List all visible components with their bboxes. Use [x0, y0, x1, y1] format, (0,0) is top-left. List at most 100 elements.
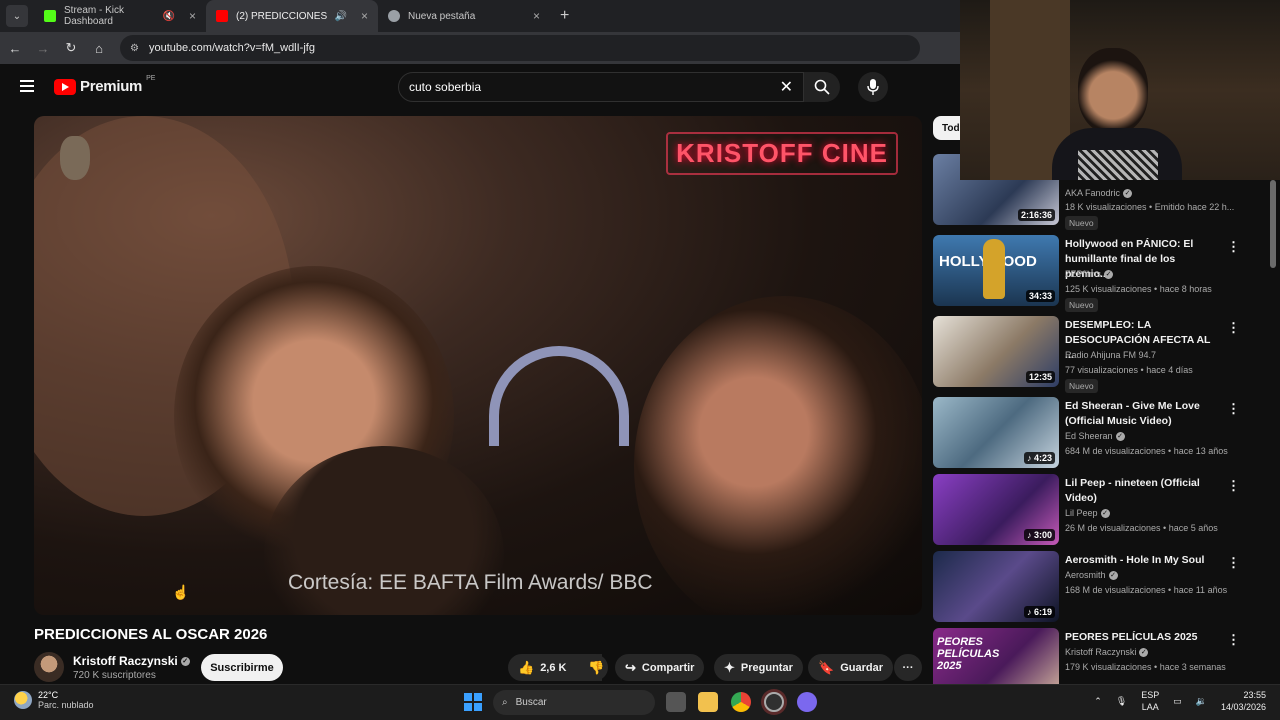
verified-icon: ✓: [1104, 270, 1113, 280]
forward-arrow-icon[interactable]: →: [36, 41, 50, 56]
channel-name-text: Kristoff Raczynski: [73, 654, 178, 668]
search-input[interactable]: cuto soberbia ✕: [398, 72, 804, 102]
discord-chat-icon[interactable]: [797, 692, 817, 712]
clear-search-icon[interactable]: ✕: [780, 77, 793, 97]
new-badge: Nuevo: [1065, 298, 1098, 312]
search-button[interactable]: [804, 72, 840, 102]
video-duration: 34:33: [1025, 290, 1055, 302]
recommendation-item[interactable]: HOLLYWOOD 34:33 Hollywood en PÁNICO: El …: [933, 235, 1240, 312]
youtube-premium-logo[interactable]: Premium PE: [54, 75, 156, 95]
recommendation-item[interactable]: ♪ 3:00 Lil Peep - nineteen (Official Vid…: [933, 474, 1240, 550]
file-explorer-icon[interactable]: [698, 692, 718, 712]
address-bar[interactable]: ⚙ youtube.com/watch?v=fM_wdlI-jfg: [120, 35, 920, 61]
channel-name[interactable]: Kristoff Raczynski ✓: [1065, 647, 1149, 658]
more-vertical-icon[interactable]: ⋮: [1227, 401, 1240, 417]
more-vertical-icon[interactable]: ⋮: [1227, 555, 1240, 571]
video-duration: ♪ 3:00: [1023, 529, 1055, 541]
muted-icon[interactable]: 🔇: [163, 11, 175, 22]
menu-hamburger-icon[interactable]: [20, 80, 34, 92]
back-arrow-icon[interactable]: ←: [8, 41, 22, 56]
video-duration: ♪ 6:19: [1023, 606, 1055, 618]
volume-icon[interactable]: 🔉: [1196, 696, 1207, 707]
sparkle-icon: ✦: [724, 659, 735, 675]
video-overlay-caption: Cortesía: EE BAFTA Film Awards/ BBC: [288, 571, 653, 594]
channel-name[interactable]: Lil Peep ✓: [1065, 508, 1110, 519]
chrome-icon[interactable]: [731, 692, 751, 712]
new-tab-plus-icon[interactable]: +: [560, 7, 569, 25]
recommendation-item[interactable]: 12:35 DESEMPLEO: LA DESOCUPACIÓN AFECTA …: [933, 316, 1240, 393]
verified-icon: ✓: [1123, 189, 1133, 199]
recommendation-item[interactable]: ♪ 6:19 Aerosmith - Hole In My Soul ⋮ Aer…: [933, 551, 1240, 627]
language-code: ESP: [1141, 690, 1160, 700]
verified-icon: ✓: [1108, 571, 1118, 581]
save-button[interactable]: 🔖 Guardar: [808, 654, 893, 681]
subscribe-button[interactable]: Suscribirme: [201, 654, 283, 681]
tab-youtube-video[interactable]: (2) PREDICCIONES AL OSCAR 🔊 ×: [206, 0, 378, 32]
video-title[interactable]: Lil Peep - nineteen (Official Video): [1065, 476, 1217, 506]
show-hidden-icons-chevron-icon[interactable]: ⌃: [1094, 696, 1102, 707]
voice-search-button[interactable]: [858, 72, 888, 102]
recommendation-item[interactable]: PEORES PELÍCULAS 2025 PEORES PELÍCULAS 2…: [933, 628, 1240, 684]
taskbar-search-input[interactable]: ⌕ Buscar: [493, 690, 655, 715]
microphone-icon[interactable]: 🎙: [1116, 696, 1127, 707]
channel-name[interactable]: Aerosmith ✓: [1065, 570, 1118, 581]
task-view-icon[interactable]: [666, 692, 686, 712]
video-thumbnail[interactable]: HOLLYWOOD 34:33: [933, 235, 1059, 306]
webcam-shirt-print: [1078, 150, 1158, 180]
video-duration: ♪ 4:23: [1023, 452, 1055, 464]
close-tab-icon[interactable]: ×: [189, 9, 196, 23]
dislike-button[interactable]: 👎: [580, 654, 608, 681]
ask-button[interactable]: ✦ Preguntar: [714, 654, 803, 681]
recommendations-sidebar: Tod 2:16:36 AKA Fanodric ✓ 18 K visualiza…: [930, 116, 1280, 684]
channel-name[interactable]: Kristoff Raczynski ✓: [73, 654, 190, 668]
weather-widget[interactable]: 22°C Parc. nublado: [14, 690, 94, 710]
more-vertical-icon[interactable]: ⋮: [1227, 239, 1240, 255]
recommendation-item[interactable]: ♪ 4:23 Ed Sheeran - Give Me Love (Offici…: [933, 397, 1240, 473]
more-vertical-icon[interactable]: ⋮: [1227, 320, 1240, 336]
channel-watermark: KRISTOFF CINE: [666, 132, 898, 175]
close-tab-icon[interactable]: ×: [361, 9, 368, 23]
windows-start-icon[interactable]: [464, 693, 482, 711]
channel-name[interactable]: Radio Ahijuna FM 94.7: [1065, 350, 1156, 360]
video-thumbnail[interactable]: PEORES PELÍCULAS 2025: [933, 628, 1059, 684]
tab-search-icon[interactable]: ⌄: [6, 5, 28, 27]
system-tray: ⌃ 🎙 ESP LAA ▭ 🔉 23:55 14/03/2026: [1094, 689, 1266, 713]
channel-name[interactable]: Ed Sheeran ✓: [1065, 431, 1125, 442]
channel-text: Ed Sheeran: [1065, 431, 1113, 441]
site-info-icon[interactable]: ⚙: [130, 43, 139, 54]
channel-name[interactable]: AKA Fanodric ✓: [1065, 188, 1133, 199]
audio-playing-icon[interactable]: 🔊: [335, 11, 347, 22]
video-title[interactable]: Aerosmith - Hole In My Soul: [1065, 553, 1217, 568]
network-icon[interactable]: ▭: [1173, 696, 1182, 707]
channel-avatar[interactable]: [34, 652, 64, 682]
video-frame-ornament: [489, 346, 629, 446]
channel-name[interactable]: ZEPfilms ✓: [1065, 269, 1113, 280]
video-thumbnail[interactable]: ♪ 4:23: [933, 397, 1059, 468]
share-button[interactable]: ↪ Compartir: [615, 654, 705, 681]
sidebar-scrollbar[interactable]: [1270, 180, 1276, 268]
more-vertical-icon[interactable]: ⋮: [1227, 632, 1240, 648]
more-vertical-icon[interactable]: ⋮: [1227, 478, 1240, 494]
video-thumbnail[interactable]: ♪ 6:19: [933, 551, 1059, 622]
reload-icon[interactable]: ↻: [64, 40, 78, 56]
video-thumbnail[interactable]: ♪ 3:00: [933, 474, 1059, 545]
video-title[interactable]: PEORES PELÍCULAS 2025: [1065, 630, 1217, 645]
country-code: PE: [146, 75, 156, 82]
obs-studio-icon[interactable]: [764, 692, 784, 712]
verified-icon: ✓: [1100, 509, 1110, 519]
search-query: cuto soberbia: [409, 80, 482, 94]
more-actions-button[interactable]: ···: [894, 654, 922, 681]
temperature: 22°C: [38, 690, 59, 700]
clock[interactable]: 23:55 14/03/2026: [1221, 689, 1266, 713]
tab-new-tab[interactable]: Nueva pestaña ×: [378, 0, 550, 32]
home-icon[interactable]: ⌂: [92, 41, 106, 56]
video-stats: 179 K visualizaciones • hace 3 semanas: [1065, 662, 1226, 672]
video-thumbnail[interactable]: 12:35: [933, 316, 1059, 387]
close-tab-icon[interactable]: ×: [533, 9, 540, 23]
video-title[interactable]: Ed Sheeran - Give Me Love (Official Musi…: [1065, 399, 1217, 429]
tab-kick-dashboard[interactable]: Stream - Kick Dashboard 🔇 ×: [34, 0, 206, 32]
new-badge: Nuevo: [1065, 216, 1098, 230]
language-indicator[interactable]: ESP LAA: [1141, 689, 1159, 713]
video-player[interactable]: KRISTOFF CINE Cortesía: EE BAFTA Film Aw…: [34, 116, 922, 615]
more-horizontal-icon: ···: [902, 661, 914, 674]
